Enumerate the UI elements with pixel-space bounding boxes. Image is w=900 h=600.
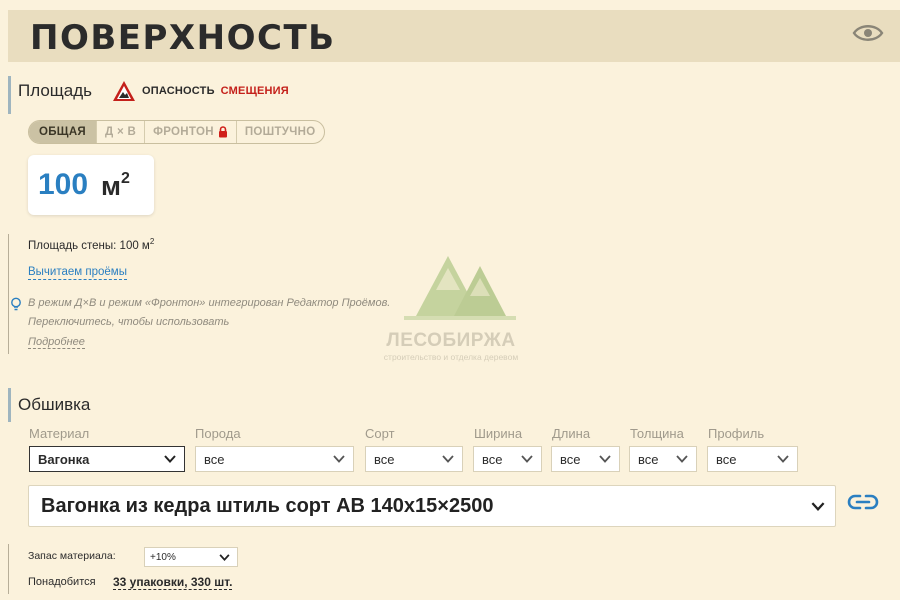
warning-text-danger: ОПАСНОСТЬ: [142, 85, 215, 97]
watermark-name: ЛЕСОБИРЖА: [386, 330, 516, 351]
reserve-select[interactable]: +10%: [144, 547, 238, 567]
area-details-line: [8, 234, 9, 354]
mode-total[interactable]: ОБЩАЯ: [29, 121, 97, 143]
reserve-label: Запас материала:: [28, 550, 116, 562]
width-select[interactable]: все: [473, 446, 542, 472]
profile-select[interactable]: все: [707, 446, 798, 472]
thickness-select[interactable]: все: [629, 446, 697, 472]
species-select[interactable]: все: [195, 446, 354, 472]
mode-length-height[interactable]: Д × В: [96, 121, 144, 143]
tree-logo-icon: [404, 256, 516, 320]
mode-gable[interactable]: ФРОНТОН: [144, 121, 236, 143]
mode-per-piece[interactable]: ПОШТУЧНО: [235, 121, 324, 143]
need-label: Понадобится: [28, 576, 96, 588]
chevron-down-icon: [333, 455, 345, 463]
filter-grade-label: Сорт: [365, 426, 395, 441]
shift-warning: ОПАСНОСТЬ СМЕЩЕНИЯ: [112, 78, 289, 104]
editor-hint-line2: Переключитесь, чтобы использовать: [28, 316, 230, 328]
warning-text-shift: СМЕЩЕНИЯ: [220, 85, 289, 97]
section-header: ПОВЕРХНОСТЬ: [8, 10, 900, 62]
more-info-link[interactable]: Подробнее: [28, 336, 85, 349]
area-value: 100: [38, 168, 89, 201]
chevron-down-icon: [219, 554, 230, 561]
section-title: ПОВЕРХНОСТЬ: [30, 18, 336, 58]
chevron-down-icon: [676, 455, 688, 463]
filter-profile-label: Профиль: [708, 426, 765, 441]
chevron-down-icon: [811, 502, 825, 511]
grade-select[interactable]: все: [365, 446, 463, 472]
subtract-openings-link[interactable]: Вычитаем проёмы: [28, 266, 127, 280]
area-mode-switch: ОБЩАЯ Д × В ФРОНТОН ПОШТУЧНО: [28, 120, 325, 144]
area-unit: м2: [101, 170, 130, 201]
lightbulb-icon: [11, 297, 21, 311]
chevron-down-icon: [164, 455, 176, 463]
chevron-down-icon: [777, 455, 789, 463]
need-value: 33 упаковки, 330 шт.: [113, 575, 233, 590]
chevron-down-icon: [521, 455, 533, 463]
lock-icon: [218, 126, 227, 138]
area-value-box[interactable]: 100 м2: [28, 155, 154, 215]
watermark-logo: ЛЕСОБИРЖА строительство и отделка дерево…: [376, 238, 526, 368]
editor-hint-line1: В режим Д×В и режим «Фронтон» интегриров…: [28, 297, 391, 309]
filter-species-label: Порода: [195, 426, 241, 441]
cladding-details-line: [8, 544, 9, 594]
filter-length-label: Длина: [552, 426, 591, 441]
eye-icon[interactable]: [852, 22, 884, 44]
link-icon[interactable]: [847, 493, 879, 511]
filter-material-label: Материал: [29, 426, 90, 441]
product-select[interactable]: Вагонка из кедра штиль сорт АВ 140х15×25…: [28, 485, 836, 527]
cladding-label: Обшивка: [18, 395, 91, 414]
length-select[interactable]: все: [551, 446, 620, 472]
filter-thickness-label: Толщина: [630, 426, 684, 441]
area-label: Площадь: [18, 81, 93, 100]
warning-triangle-icon: [113, 81, 135, 101]
wall-area-text: Площадь стены: 100 м2: [28, 237, 155, 252]
area-section-marker: [8, 76, 11, 114]
watermark-tagline: строительство и отделка деревом: [383, 352, 519, 362]
chevron-down-icon: [442, 455, 454, 463]
chevron-down-icon: [599, 455, 611, 463]
material-select[interactable]: Вагонка: [29, 446, 185, 472]
filter-width-label: Ширина: [474, 426, 523, 441]
cladding-section-marker: [8, 388, 11, 422]
